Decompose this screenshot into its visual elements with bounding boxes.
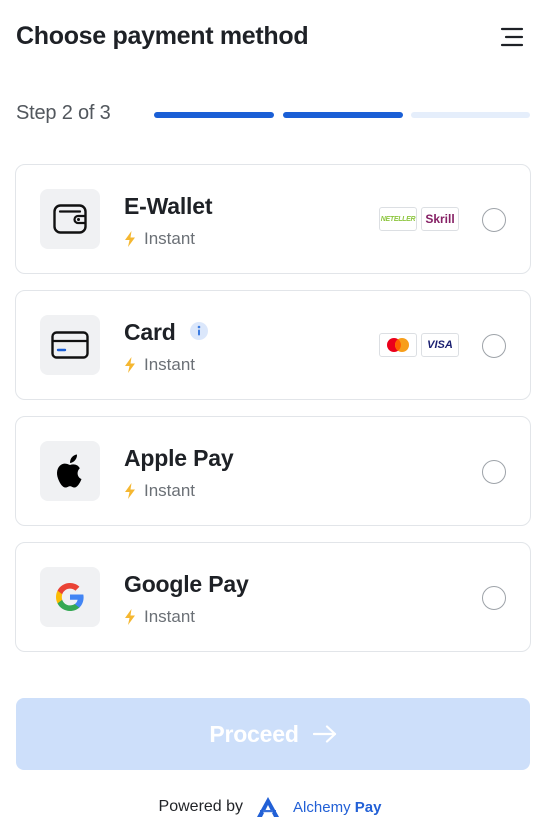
method-name: Card [124,319,176,345]
brand-name: Alchemy Pay [293,798,382,816]
powered-by-footer: Powered by Alchemy Pay [0,794,540,820]
speed-row: Instant [124,355,195,375]
method-icon-tile [40,315,100,375]
header: Choose payment method [16,22,526,54]
google-logo-icon [56,583,84,611]
speed-label: Instant [144,481,196,500]
arrow-right-icon [312,725,336,743]
lightning-icon [125,483,135,499]
neteller-logo: NETELLER [379,207,417,231]
proceed-button[interactable]: Proceed [16,698,530,770]
step-label: Step 2 of 3 [16,102,111,124]
payment-option-apple-pay[interactable]: Apple Pay Instant [15,416,531,526]
method-name-row: Card [124,319,208,346]
brand-logos: VISA [379,333,459,357]
step-progress: Step 2 of 3 [16,102,530,128]
progress-segment-1 [154,112,274,118]
speed-row: Instant [124,607,195,627]
proceed-label: Proceed [209,720,299,747]
alchemy-pay-logo [257,797,280,817]
method-icon-tile [40,189,100,249]
payment-method-list: E-Wallet Instant NETELLER Skrill Card In… [15,164,531,668]
visa-logo: VISA [421,333,459,357]
payment-option-card[interactable]: Card Instant VISA [15,290,531,400]
payment-option-e-wallet[interactable]: E-Wallet Instant NETELLER Skrill [15,164,531,274]
method-icon-tile [40,441,100,501]
method-icon-tile [40,567,100,627]
apple-logo-icon [57,454,82,488]
page-title: Choose payment method [16,22,309,50]
skrill-logo: Skrill [421,207,459,231]
select-radio[interactable] [482,460,506,484]
menu-button[interactable] [500,24,526,50]
speed-row: Instant [124,229,195,249]
select-radio[interactable] [482,334,506,358]
progress-segment-3 [411,112,530,118]
payment-option-google-pay[interactable]: Google Pay Instant [15,542,531,652]
mastercard-circles-icon [387,338,409,352]
speed-label: Instant [144,355,196,374]
wallet-icon [53,204,87,234]
lightning-icon [125,231,135,247]
select-radio[interactable] [482,208,506,232]
progress-segment-2 [283,112,403,118]
mastercard-logo [379,333,417,357]
method-name: E-Wallet [124,193,213,219]
method-name: Apple Pay [124,445,234,471]
select-radio[interactable] [482,586,506,610]
credit-card-icon [51,331,89,359]
powered-by-label: Powered by [158,798,244,815]
speed-label: Instant [144,229,196,248]
speed-row: Instant [124,481,195,501]
method-name: Google Pay [124,571,249,597]
menu-icon [500,27,524,47]
lightning-icon [125,609,135,625]
info-icon[interactable] [189,321,208,340]
lightning-icon [125,357,135,373]
brand-logos: NETELLER Skrill [379,207,459,231]
speed-label: Instant [144,607,196,626]
